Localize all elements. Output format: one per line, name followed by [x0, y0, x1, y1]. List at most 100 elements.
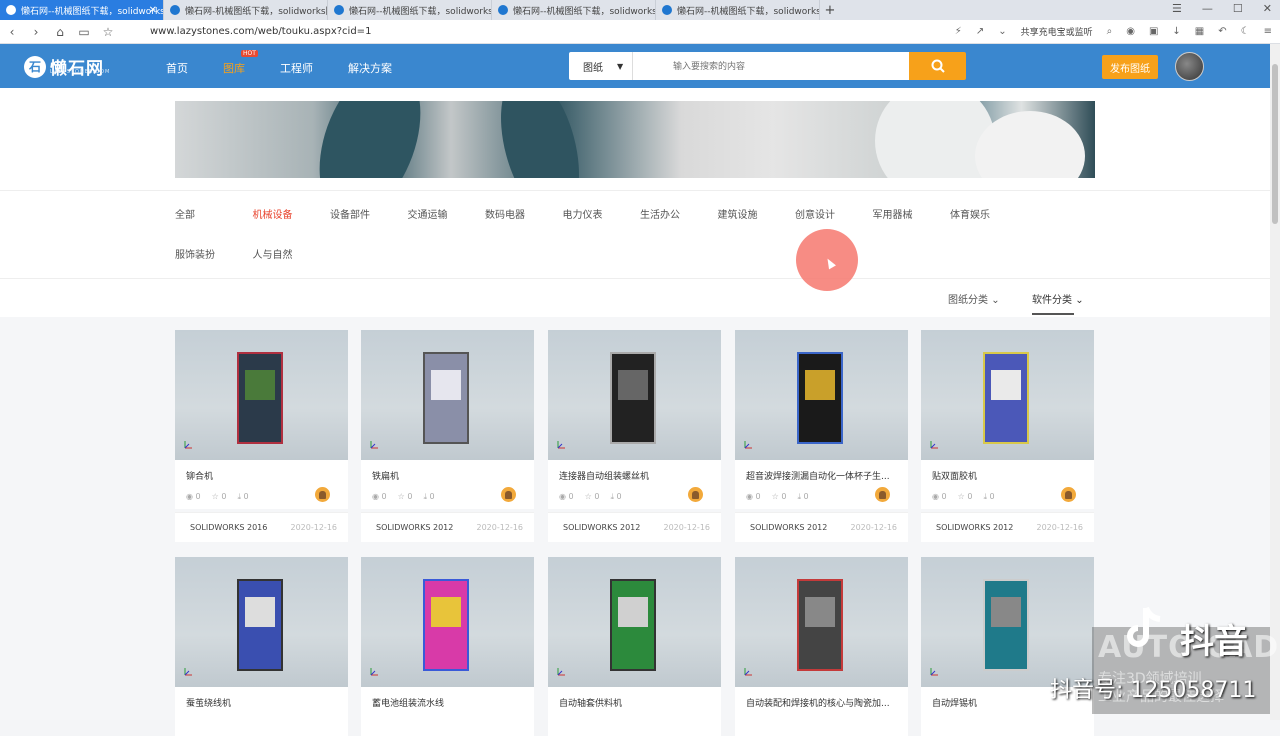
- drawing-card[interactable]: 铆合机 ◉ 0 ☆ 0 ⤓ 0 SOLIDWORKS 2016 2020-12-16: [175, 330, 348, 542]
- drawing-card[interactable]: 贴双面胶机 ◉ 0 ☆ 0 ⤓ 0 SOLIDWORKS 2012 2020-12-16: [921, 330, 1094, 542]
- new-tab-button[interactable]: +: [820, 3, 840, 18]
- uploader-avatar[interactable]: [875, 487, 890, 502]
- back-button[interactable]: ‹: [0, 25, 24, 39]
- stars-stat[interactable]: ☆ 0: [958, 492, 973, 502]
- publish-drawing-button[interactable]: 发布图纸: [1102, 55, 1158, 79]
- dropdown-icon[interactable]: ⌄: [998, 26, 1006, 37]
- uploader-avatar[interactable]: [501, 487, 516, 502]
- stars-stat[interactable]: ☆ 0: [772, 492, 787, 502]
- uploader-avatar[interactable]: [1061, 487, 1076, 502]
- download-icon[interactable]: ↓: [1172, 26, 1180, 37]
- drawing-thumbnail[interactable]: [735, 557, 908, 687]
- category-item[interactable]: 建筑设施: [718, 206, 796, 221]
- downloads-stat: ⤓ 0: [610, 492, 622, 501]
- promo-link[interactable]: 共享充电宝或监听: [1021, 25, 1093, 38]
- drawing-title[interactable]: 自动轴套供料机: [548, 687, 708, 709]
- category-filter: 全部 机械设备 设备部件 交通运输 数码电器 电力仪表 生活办公 建筑设施 创意设计 军用器械 体育…: [175, 206, 1095, 261]
- search-input[interactable]: [633, 52, 909, 80]
- category-item[interactable]: 生活办公: [640, 206, 718, 221]
- drawing-card[interactable]: 铁扁机 ◉ 0 ☆ 0 ⤓ 0 SOLIDWORKS 2012 2020-12-16: [361, 330, 534, 542]
- category-item[interactable]: 设备部件: [330, 206, 408, 221]
- undo-icon[interactable]: ↶: [1218, 26, 1226, 37]
- drawing-thumbnail[interactable]: [361, 330, 534, 460]
- bookmark-star-icon[interactable]: ☆: [96, 25, 120, 39]
- browser-tab[interactable]: 懒石网--机械图纸下载，solidworks图: [492, 0, 656, 20]
- stars-stat[interactable]: ☆ 0: [212, 492, 227, 502]
- category-item[interactable]: 全部: [175, 206, 253, 221]
- drawing-title[interactable]: 贴双面胶机: [921, 460, 1081, 482]
- url-field[interactable]: www.lazystones.com/web/touku.aspx?cid=1: [150, 26, 371, 37]
- user-avatar[interactable]: [1175, 52, 1204, 81]
- maximize-button[interactable]: ☐: [1233, 2, 1243, 15]
- search-type-select[interactable]: 图纸 ▼: [569, 52, 633, 80]
- uploader-avatar[interactable]: [315, 487, 330, 502]
- close-window-button[interactable]: ✕: [1263, 2, 1272, 15]
- category-item[interactable]: 电力仪表: [563, 206, 641, 221]
- drawing-card[interactable]: 蓄电池组装流水线: [361, 557, 534, 736]
- drawing-title[interactable]: 自动装配和焊接机的核心与陶瓷加...: [735, 687, 895, 709]
- category-item[interactable]: 数码电器: [485, 206, 563, 221]
- stars-stat[interactable]: ☆ 0: [398, 492, 413, 502]
- drawing-thumbnail[interactable]: [361, 557, 534, 687]
- category-item[interactable]: 服饰装扮: [175, 246, 253, 261]
- grid-icon[interactable]: ▦: [1195, 26, 1204, 37]
- drawing-thumbnail[interactable]: [175, 557, 348, 687]
- drawing-thumbnail[interactable]: [548, 330, 721, 460]
- browser-tab[interactable]: 懒石网--机械图纸下载，solidworks图: [656, 0, 820, 20]
- software-category-dropdown[interactable]: 软件分类 ⌄: [1032, 291, 1084, 306]
- drawing-title[interactable]: 铁扁机: [361, 460, 521, 482]
- drawing-thumbnail[interactable]: [921, 557, 1094, 687]
- drawing-title[interactable]: 连接器自动组装螺丝机: [548, 460, 708, 482]
- nav-gallery[interactable]: 图库 HOT: [223, 50, 258, 76]
- drawing-category-dropdown[interactable]: 图纸分类 ⌄: [948, 291, 1000, 306]
- home-icon[interactable]: ⌂: [48, 25, 72, 39]
- drawing-title[interactable]: 蚕茧绕线机: [175, 687, 335, 709]
- reader-icon[interactable]: ▭: [72, 25, 96, 39]
- browser-tab[interactable]: 懒石网-机械图纸下载，solidworks图: [164, 0, 328, 20]
- game-icon[interactable]: ◉: [1126, 26, 1135, 37]
- night-mode-icon[interactable]: ☾: [1241, 26, 1250, 37]
- browser-tab[interactable]: 懒石网--机械图纸下载，solidworks ✕: [0, 0, 164, 20]
- category-item[interactable]: 人与自然: [253, 246, 331, 261]
- axis-triad-icon: [744, 668, 752, 676]
- nav-solutions[interactable]: 解决方案: [348, 60, 392, 76]
- category-item[interactable]: 创意设计: [795, 206, 873, 221]
- drawing-thumbnail[interactable]: [921, 330, 1094, 460]
- lightning-icon[interactable]: ⚡: [955, 26, 962, 37]
- drawing-title[interactable]: 超音波焊接测漏自动化一体杯子生...: [735, 460, 895, 482]
- drawing-title[interactable]: 蓄电池组装流水线: [361, 687, 521, 709]
- category-item[interactable]: 交通运输: [408, 206, 486, 221]
- category-item[interactable]: 体育娱乐: [950, 206, 1028, 221]
- search-button[interactable]: [909, 52, 966, 80]
- drawing-title[interactable]: 铆合机: [175, 460, 335, 482]
- drawing-card[interactable]: 自动装配和焊接机的核心与陶瓷加...: [735, 557, 908, 736]
- drawing-thumbnail[interactable]: [735, 330, 908, 460]
- category-item[interactable]: 机械设备: [253, 206, 331, 221]
- uploader-avatar[interactable]: [688, 487, 703, 502]
- drawing-card[interactable]: 自动轴套供料机: [548, 557, 721, 736]
- close-tab-icon[interactable]: ✕: [149, 5, 157, 16]
- drawing-card[interactable]: 自动焊锡机: [921, 557, 1094, 736]
- category-item[interactable]: 军用器械: [873, 206, 951, 221]
- search-icon[interactable]: ⌕: [1107, 26, 1113, 37]
- share-icon[interactable]: ↗: [976, 26, 984, 37]
- site-logo[interactable]: 石 懒石网 LAZYSTONES.COM: [24, 54, 109, 79]
- drawing-thumbnail[interactable]: [175, 330, 348, 460]
- drawing-card[interactable]: 蚕茧绕线机: [175, 557, 348, 736]
- browser-tab[interactable]: 懒石网--机械图纸下载，solidworks图: [328, 0, 492, 20]
- drawing-thumbnail[interactable]: [548, 557, 721, 687]
- nav-engineer[interactable]: 工程师: [280, 60, 313, 76]
- address-bar: ‹ › ⌂ ▭ ☆ www.lazystones.com/web/touku.a…: [0, 20, 1280, 44]
- downloads-stat: ⤓ 0: [983, 492, 995, 501]
- extension-icon[interactable]: ▣: [1149, 26, 1158, 37]
- page-scrollbar[interactable]: [1270, 44, 1280, 720]
- more-menu-icon[interactable]: ≡: [1264, 26, 1272, 37]
- drawing-card[interactable]: 连接器自动组装螺丝机 ◉ 0 ☆ 0 ⤓ 0 SOLIDWORKS 2012 2020-1…: [548, 330, 721, 542]
- minimize-button[interactable]: —: [1202, 2, 1213, 15]
- menu-icon[interactable]: ☰: [1172, 2, 1182, 15]
- drawing-card[interactable]: 超音波焊接测漏自动化一体杯子生... ◉ 0 ☆ 0 ⤓ 0 SOLIDWORKS 20…: [735, 330, 908, 542]
- stars-stat[interactable]: ☆ 0: [585, 492, 600, 502]
- scrollbar-thumb[interactable]: [1272, 64, 1278, 224]
- nav-home[interactable]: 首页: [166, 60, 188, 76]
- forward-button[interactable]: ›: [24, 25, 48, 39]
